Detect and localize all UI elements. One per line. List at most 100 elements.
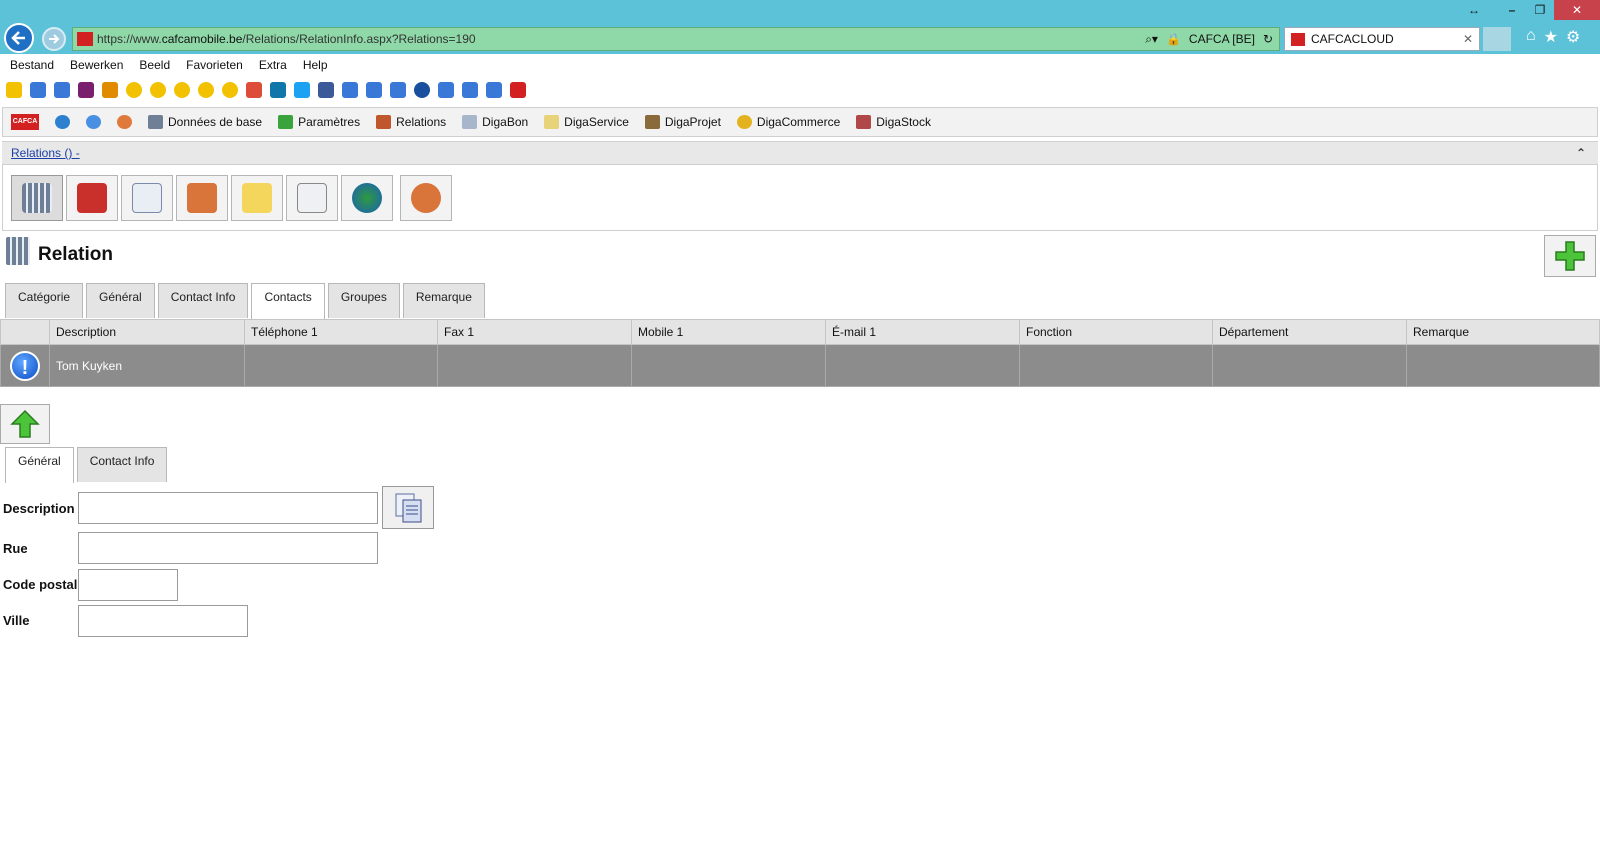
tab-contacts[interactable]: Contacts bbox=[251, 283, 325, 319]
browser-tab[interactable]: CAFCACLOUD ✕ bbox=[1284, 27, 1480, 51]
toolbar-parametres[interactable]: Paramètres bbox=[278, 115, 360, 129]
toolbar-digabon[interactable]: DigaBon bbox=[462, 115, 528, 129]
column-header[interactable]: É-mail 1 bbox=[826, 319, 1020, 345]
menu-bestand[interactable]: Bestand bbox=[10, 58, 54, 72]
favorites-add-icon[interactable] bbox=[6, 82, 22, 98]
move-up-button[interactable] bbox=[0, 404, 50, 444]
forward-button[interactable] bbox=[42, 27, 66, 51]
tab-groupes[interactable]: Groupes bbox=[327, 283, 400, 318]
yellow-badge-icon[interactable] bbox=[126, 82, 142, 98]
refresh-icon[interactable]: ↻ bbox=[1263, 32, 1273, 46]
facebook-icon[interactable] bbox=[318, 82, 334, 98]
column-header[interactable]: Fonction bbox=[1020, 319, 1213, 345]
home-icon[interactable]: ⌂ bbox=[1526, 27, 1536, 47]
cell-remarque[interactable] bbox=[1407, 345, 1600, 387]
search-icon[interactable]: ⌕▾ bbox=[1145, 32, 1158, 47]
toolbar-donnees-de-base[interactable]: Données de base bbox=[148, 115, 262, 129]
toolbar-digaservice[interactable]: DigaService bbox=[544, 115, 629, 129]
folder-button[interactable] bbox=[231, 175, 283, 221]
cell-departement[interactable] bbox=[1213, 345, 1407, 387]
rue-field[interactable] bbox=[78, 532, 378, 564]
tab-categorie[interactable]: Catégorie bbox=[5, 283, 84, 318]
column-header[interactable]: Mobile 1 bbox=[632, 319, 826, 345]
column-header[interactable]: Fax 1 bbox=[438, 319, 632, 345]
restore-button[interactable]: ❐ bbox=[1526, 0, 1554, 20]
close-window-button[interactable]: ✕ bbox=[1554, 0, 1600, 20]
settings-gear-icon[interactable]: ⚙ bbox=[1566, 27, 1580, 47]
sync-icon[interactable] bbox=[86, 115, 101, 129]
toolbar-digacommerce[interactable]: DigaCommerce bbox=[736, 115, 840, 129]
add-button[interactable] bbox=[1544, 235, 1596, 277]
ie-page-icon[interactable] bbox=[462, 82, 478, 98]
subtab-contact-info[interactable]: Contact Info bbox=[76, 447, 168, 482]
code-postal-field[interactable] bbox=[78, 569, 178, 601]
cell-description[interactable]: Tom Kuyken bbox=[50, 345, 245, 387]
menu-beeld[interactable]: Beeld bbox=[139, 58, 170, 72]
yellow-badge-icon[interactable] bbox=[198, 82, 214, 98]
column-header[interactable]: Description bbox=[50, 319, 245, 345]
cafca-logo[interactable]: CAFCA bbox=[11, 114, 39, 130]
ie-page-icon[interactable] bbox=[390, 82, 406, 98]
toolbar-digastock[interactable]: DigaStock bbox=[856, 115, 931, 129]
twitter-icon[interactable] bbox=[294, 82, 310, 98]
menu-help[interactable]: Help bbox=[303, 58, 328, 72]
menu-bewerken[interactable]: Bewerken bbox=[70, 58, 123, 72]
address-bar[interactable]: https://www.cafcamobile.be/Relations/Rel… bbox=[72, 27, 1280, 51]
new-tab-button[interactable] bbox=[1483, 27, 1511, 51]
contact-phone-button[interactable] bbox=[176, 175, 228, 221]
toolbar-relations[interactable]: Relations bbox=[376, 115, 446, 129]
delivery-button[interactable] bbox=[66, 175, 118, 221]
ie-page-icon[interactable] bbox=[54, 82, 70, 98]
ie-page-icon[interactable] bbox=[438, 82, 454, 98]
column-header[interactable]: Téléphone 1 bbox=[245, 319, 438, 345]
ie-page-icon[interactable] bbox=[366, 82, 382, 98]
yellow-badge-icon[interactable] bbox=[222, 82, 238, 98]
column-header[interactable]: Remarque bbox=[1407, 319, 1600, 345]
cell-telephone[interactable] bbox=[245, 345, 438, 387]
subtab-general[interactable]: Général bbox=[5, 447, 74, 483]
globe-icon[interactable] bbox=[414, 82, 430, 98]
h-logo-icon[interactable] bbox=[78, 82, 94, 98]
url-text[interactable]: https://www.cafcamobile.be/Relations/Rel… bbox=[97, 32, 476, 46]
google-plus-icon[interactable] bbox=[246, 82, 262, 98]
back-button[interactable] bbox=[4, 23, 34, 53]
tab-general[interactable]: Général bbox=[86, 283, 155, 318]
minimize-button[interactable]: – bbox=[1498, 0, 1526, 20]
ie-page-icon[interactable] bbox=[342, 82, 358, 98]
menu-favorieten[interactable]: Favorieten bbox=[186, 58, 243, 72]
ie-page-icon[interactable] bbox=[30, 82, 46, 98]
tab-remarque[interactable]: Remarque bbox=[402, 283, 485, 318]
description-field[interactable] bbox=[78, 492, 378, 524]
globe-icon[interactable] bbox=[55, 115, 70, 129]
breadcrumb-relations-link[interactable]: Relations () - bbox=[11, 146, 80, 160]
collapse-icon[interactable]: ⌃ bbox=[1576, 146, 1586, 160]
favorites-star-icon[interactable]: ★ bbox=[1544, 27, 1558, 47]
tab-close-icon[interactable]: ✕ bbox=[1463, 32, 1473, 46]
lock-icon[interactable]: 🔒 bbox=[1166, 32, 1181, 46]
ie-page-icon[interactable] bbox=[486, 82, 502, 98]
copy-button[interactable] bbox=[382, 486, 434, 529]
relation-building-button[interactable] bbox=[11, 175, 63, 221]
cafca-icon[interactable] bbox=[510, 82, 526, 98]
linkedin-icon[interactable] bbox=[270, 82, 286, 98]
cell-email[interactable] bbox=[826, 345, 1020, 387]
web-button[interactable] bbox=[341, 175, 393, 221]
site-identity[interactable]: CAFCA [BE] bbox=[1189, 32, 1255, 46]
group-button[interactable] bbox=[400, 175, 452, 221]
user-icon[interactable] bbox=[117, 115, 132, 129]
cell-fax[interactable] bbox=[438, 345, 632, 387]
yellow-badge-icon[interactable] bbox=[150, 82, 166, 98]
mail-button[interactable] bbox=[121, 175, 173, 221]
menu-extra[interactable]: Extra bbox=[259, 58, 287, 72]
toolbar-digaprojet[interactable]: DigaProjet bbox=[644, 115, 721, 129]
cell-mobile[interactable] bbox=[632, 345, 826, 387]
ville-field[interactable] bbox=[78, 605, 248, 637]
table-row[interactable]: ! Tom Kuyken bbox=[0, 345, 1600, 387]
resize-icon[interactable]: ↔ bbox=[1460, 0, 1488, 20]
color-block-icon[interactable] bbox=[102, 82, 118, 98]
tab-contact-info[interactable]: Contact Info bbox=[157, 283, 249, 318]
documents-button[interactable] bbox=[286, 175, 338, 221]
yellow-badge-icon[interactable] bbox=[174, 82, 190, 98]
cell-fonction[interactable] bbox=[1020, 345, 1213, 387]
column-header[interactable]: Département bbox=[1213, 319, 1407, 345]
